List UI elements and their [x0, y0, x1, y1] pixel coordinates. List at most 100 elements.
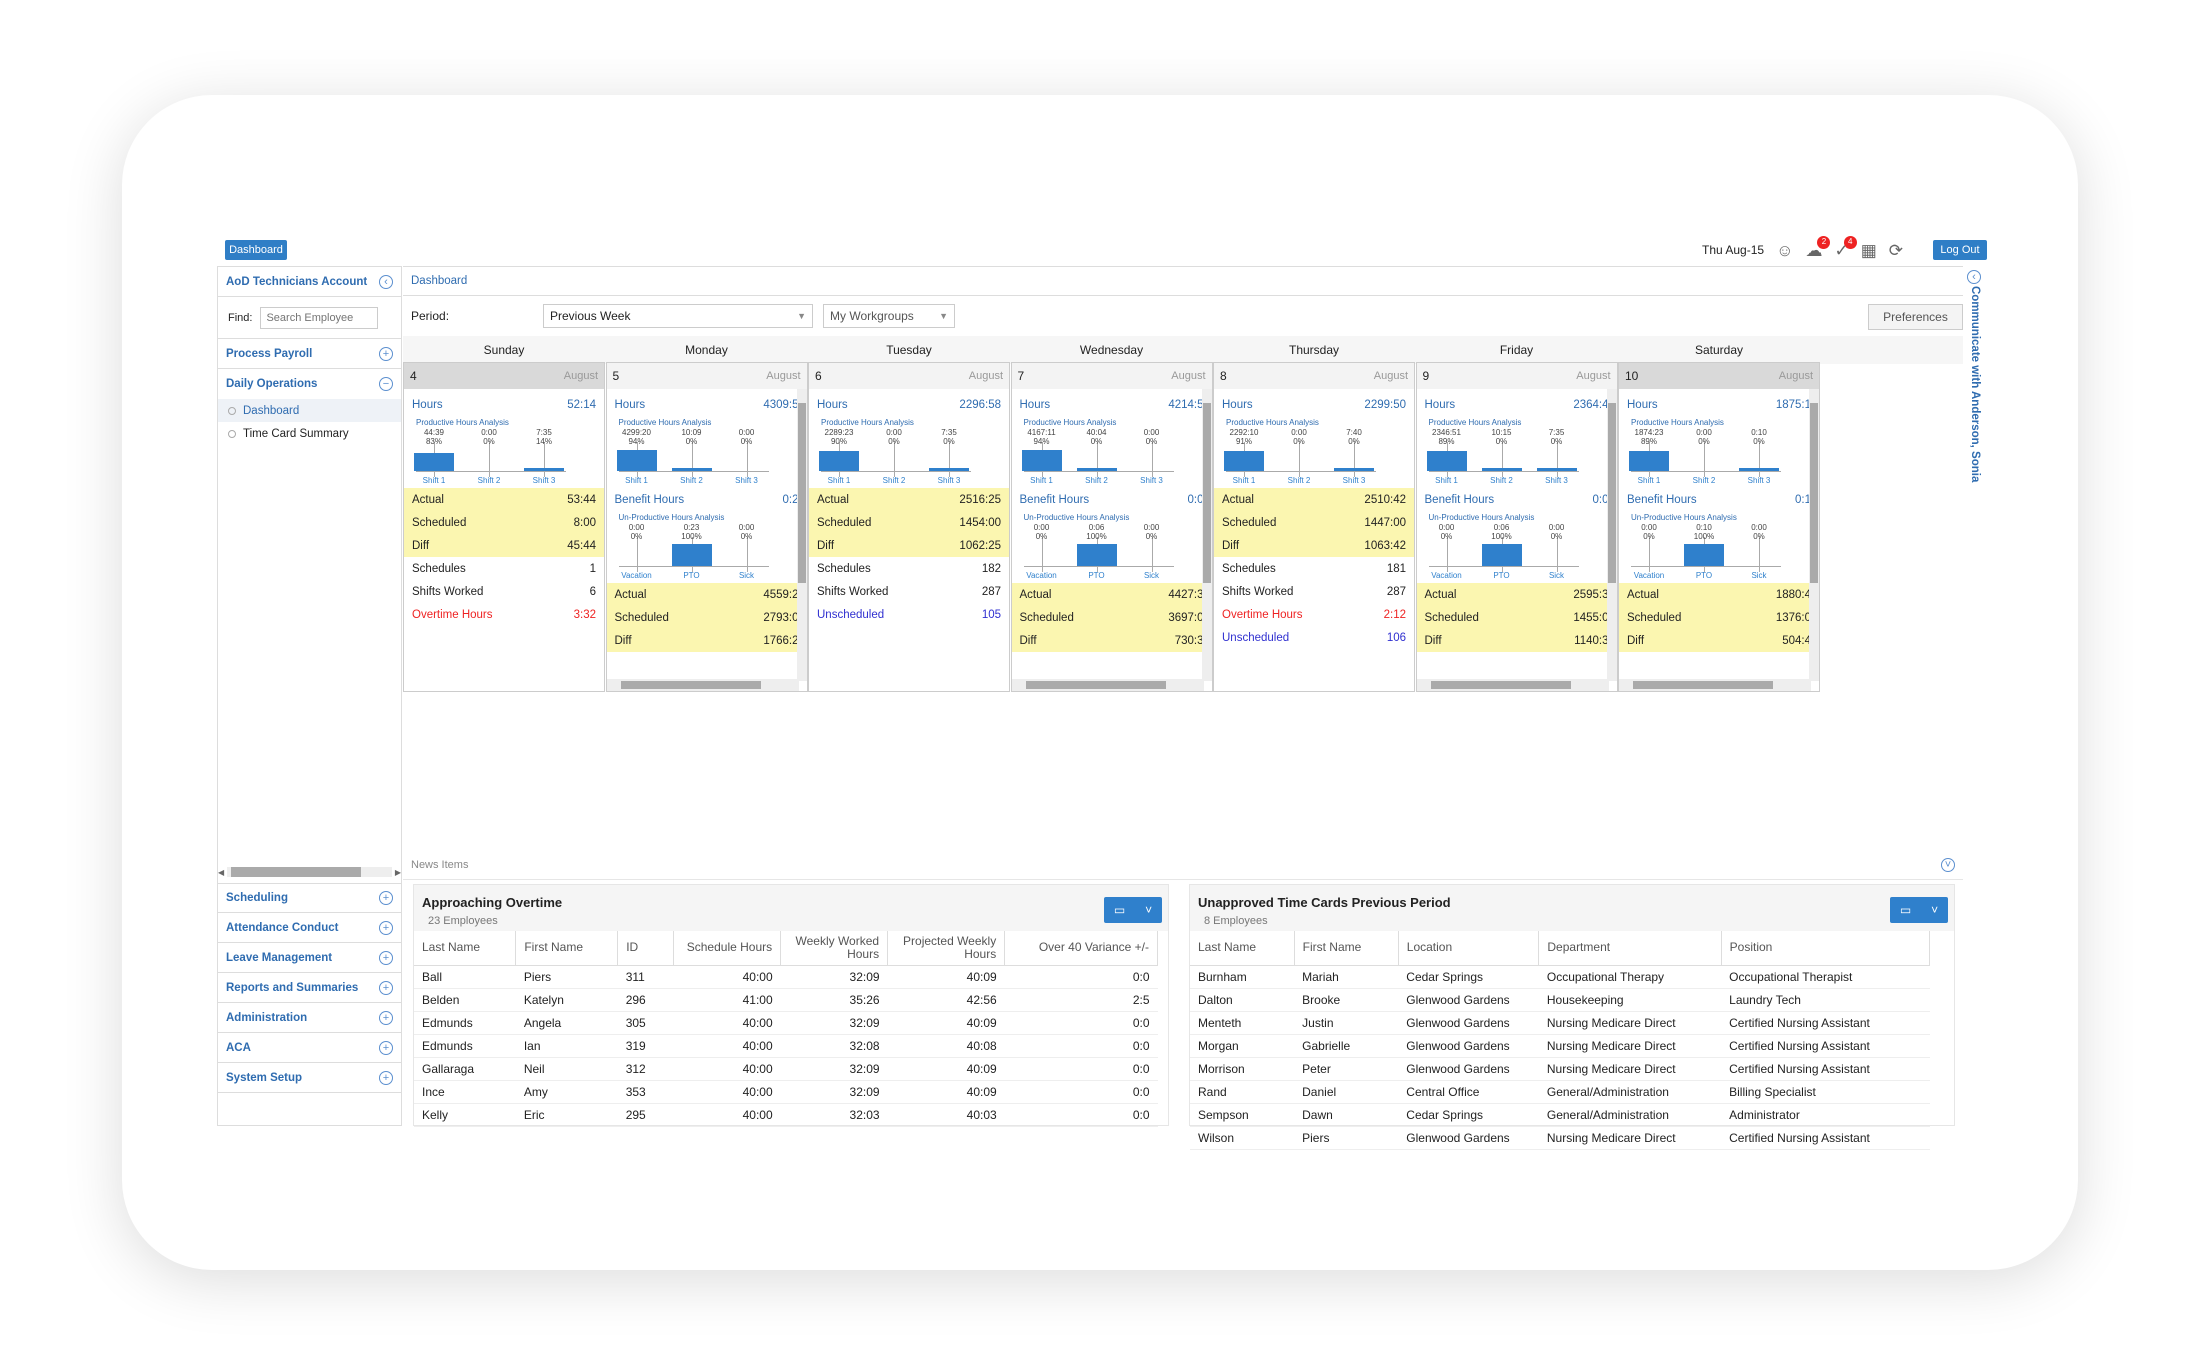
sidebar-item-system-setup[interactable]: System Setup +	[218, 1063, 401, 1093]
column-header[interactable]: Position	[1721, 931, 1931, 966]
plus-icon[interactable]: +	[379, 1010, 393, 1025]
sidebar-item-administration[interactable]: Administration +	[218, 1003, 401, 1033]
scroll-thumb[interactable]	[797, 403, 806, 583]
calculator-icon[interactable]: ▦	[1861, 242, 1877, 259]
day-horizontal-scrollbar[interactable]	[1011, 679, 1204, 691]
period-select[interactable]: Previous Week ▼	[543, 304, 813, 328]
table-row[interactable]: Burnham Mariah Cedar Springs Occupational T…	[1190, 965, 1930, 989]
column-header[interactable]: Projected Weekly Hours	[887, 931, 1006, 966]
scheduled-row: Scheduled 3697:0	[1011, 606, 1212, 629]
table-row[interactable]: Kelly Eric 295 40:00 32:03 40:03 0:0	[414, 1103, 1158, 1127]
day-card-6[interactable]: 6 August Hours 2296:58 Productive Hours Anal…	[808, 362, 1010, 692]
hours-row: Hours 1875:1	[1619, 393, 1819, 416]
table-row[interactable]: Morrison Peter Glenwood Gardens Nursing Med…	[1190, 1057, 1930, 1081]
column-header[interactable]: Location	[1398, 931, 1540, 966]
table-row[interactable]: Dalton Brooke Glenwood Gardens Housekeeping…	[1190, 988, 1930, 1012]
table-row[interactable]: Wilson Piers Glenwood Gardens Nursing Medic…	[1190, 1126, 1930, 1150]
scroll-thumb[interactable]	[231, 867, 362, 877]
preferences-button[interactable]: Preferences	[1868, 304, 1963, 330]
workgroups-select[interactable]: My Workgroups ▼	[823, 304, 955, 328]
day-vertical-scrollbar[interactable]	[796, 389, 807, 681]
column-header[interactable]: Department	[1538, 931, 1722, 966]
column-header[interactable]: First Name	[1294, 931, 1399, 966]
scroll-thumb[interactable]	[1607, 403, 1616, 583]
scroll-thumb[interactable]	[1025, 681, 1166, 689]
dashboard-button[interactable]: Dashboard	[225, 240, 287, 260]
minus-icon[interactable]: −	[379, 377, 393, 391]
sidebar-item-attendance-conduct[interactable]: Attendance Conduct +	[218, 913, 401, 943]
table-row[interactable]: Edmunds Ian 319 40:00 32:08 40:08 0:0	[414, 1034, 1158, 1058]
breadcrumb-dashboard[interactable]: Dashboard	[411, 275, 467, 287]
plus-icon[interactable]: +	[379, 891, 393, 905]
day-card-10[interactable]: 10 August Hours 1875:1 Productive Hours Anal…	[1618, 362, 1820, 692]
plus-icon[interactable]: +	[379, 920, 393, 935]
search-employee-input[interactable]	[260, 306, 379, 329]
account-header[interactable]: AoD Technicians Account ‹	[218, 267, 401, 297]
scroll-track[interactable]	[227, 867, 392, 877]
sidebar-item-aca[interactable]: ACA +	[218, 1033, 401, 1063]
day-vertical-scrollbar[interactable]	[1201, 389, 1212, 681]
productive-analysis-chart: Productive Hours Analysis 2292:10 91% Shift…	[1214, 416, 1414, 488]
notifications-icon[interactable]: ✓ 4	[1834, 235, 1857, 259]
collapse-news-icon[interactable]: ˅	[1941, 857, 1955, 872]
scroll-thumb[interactable]	[1430, 681, 1571, 689]
day-vertical-scrollbar[interactable]	[1606, 389, 1617, 681]
day-card-5[interactable]: 5 August Hours 4309:5 Productive Hours Analy…	[605, 362, 808, 692]
sidebar-item-daily-operations[interactable]: Daily Operations −	[218, 369, 401, 399]
column-header[interactable]: First Name	[515, 931, 619, 966]
scroll-thumb[interactable]	[1202, 403, 1211, 583]
table-row[interactable]: Morgan Gabrielle Glenwood Gardens Nursing M…	[1190, 1034, 1930, 1058]
table-row[interactable]: Edmunds Angela 305 40:00 32:09 40:09 0:0	[414, 1011, 1158, 1035]
table-row[interactable]: Sempson Dawn Cedar Springs General/Administ…	[1190, 1103, 1930, 1127]
chart-value-label: 10:15	[1491, 428, 1512, 437]
day-card-8[interactable]: 8 August Hours 2299:50 Productive Hours Anal…	[1213, 362, 1415, 692]
sidebar-horizontal-scrollbar[interactable]: ◀ ▶	[218, 865, 401, 879]
day-vertical-scrollbar[interactable]	[1809, 389, 1819, 681]
scheduled-row-value: 2793:0	[763, 611, 799, 624]
day-horizontal-scrollbar[interactable]	[606, 679, 799, 691]
refresh-icon[interactable]: ⟳	[1889, 242, 1903, 259]
table-row[interactable]: Ince Amy 353 40:00 32:09 40:09 0:0	[414, 1080, 1158, 1104]
scroll-right-icon[interactable]: ▶	[395, 868, 401, 877]
alerts-icon[interactable]: ☁ 2	[1805, 235, 1831, 259]
table-row[interactable]: Gallaraga Neil 312 40:00 32:09 40:09 0:0	[414, 1057, 1158, 1081]
column-header[interactable]: Over 40 Variance +/-	[1004, 931, 1158, 966]
table-row[interactable]: Rand Daniel Central Office General/Administ…	[1190, 1080, 1930, 1104]
collapse-sidebar-icon[interactable]: ‹	[379, 274, 393, 289]
expand-side-tab-icon[interactable]: ‹	[1967, 270, 1981, 284]
export-menu-button[interactable]: ▭ ˅	[1104, 897, 1162, 923]
column-header[interactable]: ID	[617, 931, 675, 966]
plus-icon[interactable]: +	[379, 980, 393, 995]
scroll-thumb[interactable]	[620, 681, 761, 689]
export-menu-button[interactable]: ▭ ˅	[1890, 897, 1948, 923]
plus-icon[interactable]: +	[379, 1070, 393, 1085]
scroll-thumb[interactable]	[1810, 403, 1818, 583]
day-horizontal-scrollbar[interactable]	[1619, 679, 1811, 691]
sidebar-item-leave-management[interactable]: Leave Management +	[218, 943, 401, 973]
sidebar-sub-time-card-summary[interactable]: Time Card Summary	[218, 422, 401, 445]
column-header[interactable]: Schedule Hours	[673, 931, 782, 966]
day-card-9[interactable]: 9 August Hours 2364:4 Productive Hours Analy…	[1415, 362, 1618, 692]
column-header[interactable]: Weekly Worked Hours	[780, 931, 889, 966]
table-row[interactable]: Belden Katelyn 296 41:00 35:26 42:56 2:5	[414, 988, 1158, 1012]
day-card-4[interactable]: 4 August Hours 52:14 Productive Hours Analys…	[403, 362, 605, 692]
user-icon[interactable]: ☺	[1776, 242, 1793, 259]
logout-button[interactable]: Log Out	[1933, 240, 1987, 260]
plus-icon[interactable]: +	[379, 950, 393, 965]
day-horizontal-scrollbar[interactable]	[1416, 679, 1609, 691]
table-row[interactable]: Menteth Justin Glenwood Gardens Nursing Med…	[1190, 1011, 1930, 1035]
sidebar-sub-dashboard[interactable]: Dashboard	[218, 399, 401, 422]
sidebar-item-reports-and-summaries[interactable]: Reports and Summaries +	[218, 973, 401, 1003]
plus-icon[interactable]: +	[379, 1040, 393, 1055]
sidebar-item-scheduling[interactable]: Scheduling +	[218, 883, 401, 913]
communicate-side-tab[interactable]: ‹ Communicate with Anderson, Sonia	[1962, 266, 1987, 1126]
sidebar-item-process-payroll[interactable]: Process Payroll +	[218, 339, 401, 369]
scroll-thumb[interactable]	[1633, 681, 1773, 689]
column-header[interactable]: Last Name	[1190, 931, 1295, 966]
scroll-left-icon[interactable]: ◀	[218, 868, 224, 877]
table-row[interactable]: Ball Piers 311 40:00 32:09 40:09 0:0	[414, 965, 1158, 989]
table-cell: 0:0	[1004, 1011, 1158, 1035]
day-card-7[interactable]: 7 August Hours 4214:5 Productive Hours Analy…	[1010, 362, 1213, 692]
plus-icon[interactable]: +	[379, 346, 393, 361]
column-header[interactable]: Last Name	[414, 931, 517, 966]
